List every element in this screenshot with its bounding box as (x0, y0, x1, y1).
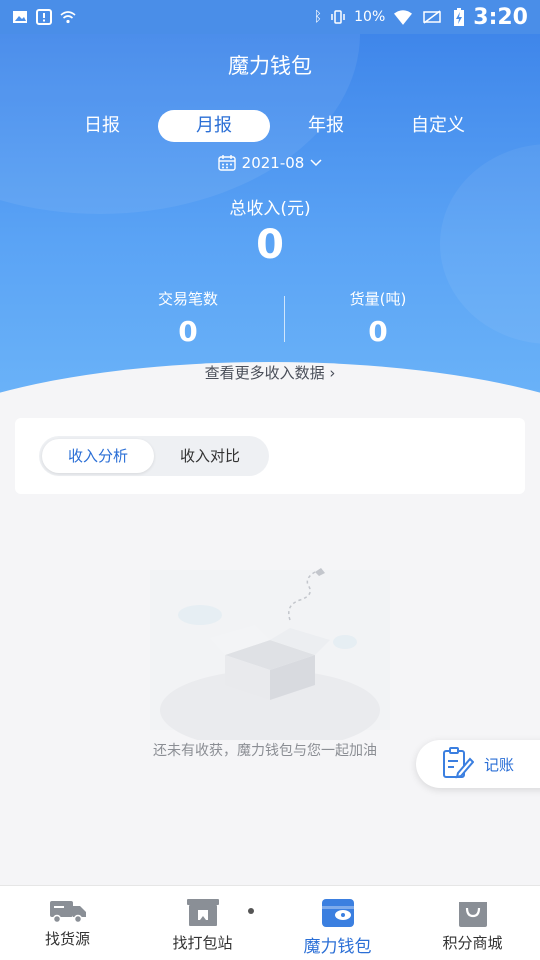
cargo-label: 货量(吨) (349, 290, 407, 308)
bluetooth-icon: ᛒ (313, 9, 323, 25)
record-button[interactable]: 记账 (416, 740, 540, 788)
tab-daily[interactable]: 日报 (46, 110, 158, 142)
wifi-small-icon (60, 11, 76, 24)
vibrate-icon (331, 10, 345, 24)
empty-box-illustration (150, 568, 390, 740)
battery-charging-icon (454, 8, 465, 26)
wallet-header: 魔力钱包 日报 月报 年报 自定义 2021-08 总收入(元) 0 交易笔数 … (0, 34, 540, 406)
wifi-icon (394, 10, 413, 25)
alert-icon (36, 9, 52, 25)
status-bar: ᛒ 10% 3:20 (0, 0, 540, 34)
status-time: 3:20 (473, 4, 528, 30)
tab-monthly[interactable]: 月报 (158, 110, 270, 142)
chevron-down-icon (310, 159, 322, 167)
tab-yearly[interactable]: 年报 (270, 110, 382, 142)
shopping-bag-icon (458, 902, 487, 927)
edit-note-icon (443, 747, 474, 779)
tab-income-comparison[interactable]: 收入对比 (154, 439, 266, 473)
calendar-icon (217, 155, 236, 171)
nav-item-find-goods[interactable]: 找货源 (0, 886, 135, 960)
tab-income-analysis[interactable]: 收入分析 (42, 439, 154, 473)
transactions-label: 交易笔数 (157, 290, 218, 308)
bottom-nav: 找货源 找打包站 魔力钱包 积分商城 (0, 885, 540, 960)
cargo-value: 0 (368, 315, 388, 348)
battery-percent-sign: % (371, 9, 386, 25)
transactions-stat: 交易笔数 0 (108, 288, 268, 348)
period-tabs: 日报 月报 年报 自定义 (46, 110, 494, 142)
total-income-label: 总收入(元) (229, 199, 311, 219)
wallet-icon (321, 899, 354, 927)
date-picker[interactable]: 2021-08 (0, 154, 540, 172)
total-income-value: 0 (256, 222, 284, 268)
date-value: 2021-08 (241, 154, 305, 172)
truck-icon (49, 901, 86, 924)
image-icon (13, 11, 27, 23)
transactions-value: 0 (178, 315, 198, 348)
stat-divider (284, 296, 285, 342)
battery-number: 10 (354, 9, 372, 25)
nav-label-find-goods: 找货源 (44, 930, 90, 948)
cargo-stat: 货量(吨) 0 (298, 288, 458, 348)
notification-dot (248, 908, 254, 914)
more-income-link[interactable]: 查看更多收入数据 › (0, 362, 540, 383)
tab-custom[interactable]: 自定义 (382, 110, 494, 142)
nav-item-find-station[interactable]: 找打包站 (135, 886, 270, 960)
page-title: 魔力钱包 (228, 54, 312, 78)
nav-label-wallet: 魔力钱包 (303, 937, 372, 957)
no-sim-icon (423, 10, 442, 24)
nav-item-points-mall[interactable]: 积分商城 (405, 886, 540, 960)
nav-label-find-station: 找打包站 (172, 934, 233, 952)
nav-item-wallet[interactable]: 魔力钱包 (270, 886, 405, 960)
package-station-icon (186, 899, 219, 926)
record-button-label: 记账 (484, 755, 515, 774)
nav-label-points-mall: 积分商城 (442, 934, 503, 952)
battery-percent-text: 10% (354, 9, 385, 25)
analysis-segmented-control: 收入分析 收入对比 (39, 436, 269, 476)
analysis-card: 收入分析 收入对比 (15, 418, 525, 494)
